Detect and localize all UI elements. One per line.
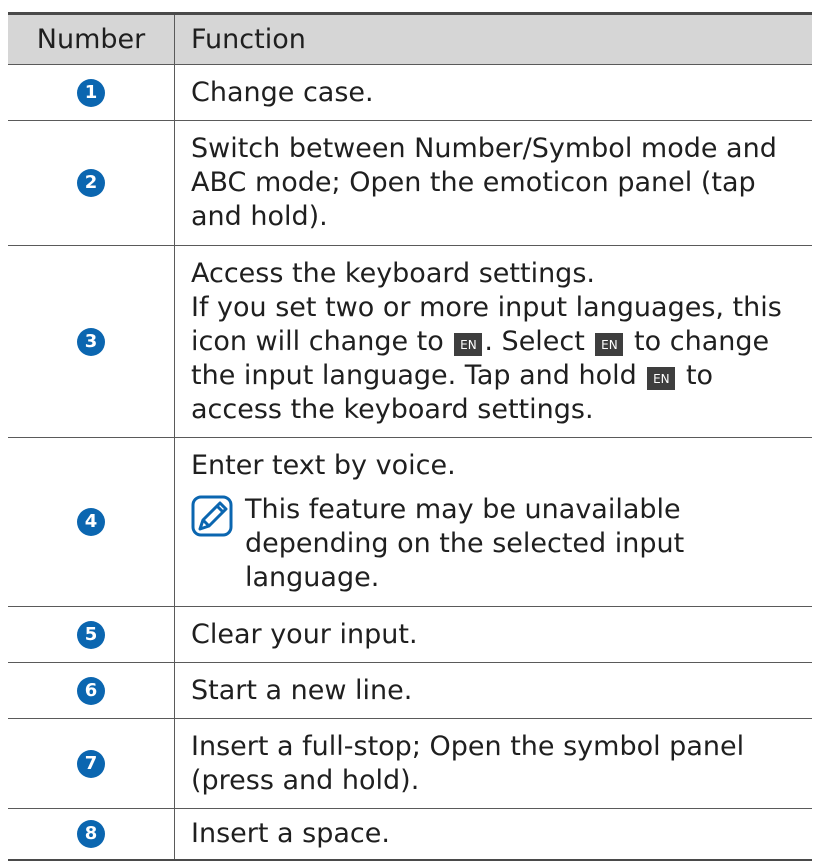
function-text: . Select [484,325,585,357]
note-box: This feature may be unavailable dependin… [191,493,802,595]
function-line: Access the keyboard settings. [191,257,595,289]
function-column-header: Function [174,12,812,65]
note-pencil-icon [191,495,233,537]
number-badge-3: 3 [77,327,105,356]
function-cell: Clear your input. [174,606,812,663]
page: Number Function 1 Change case. 2 Switch … [0,0,820,861]
language-en-icon: EN [647,367,676,390]
number-badge-8: 8 [77,820,105,848]
number-badge-2: 2 [77,169,105,197]
function-cell: Insert a space. [174,808,812,861]
table-row: 7 Insert a full-stop; Open the symbol pa… [8,718,812,809]
language-en-icon: EN [454,333,483,356]
function-cell: Insert a full-stop; Open the symbol pane… [174,718,812,809]
language-en-icon: EN [595,333,624,356]
table-row: 2 Switch between Number/Symbol mode and … [8,120,812,246]
function-cell: Enter text by voice. This feature may be… [174,437,812,607]
function-line: Enter text by voice. [191,450,456,481]
table-row: 6 Start a new line. [8,662,812,719]
table-row: 3 Access the keyboard settings. If you s… [8,245,812,438]
number-badge-4: 4 [77,508,105,536]
number-column-header: Number [8,12,175,65]
table-row: 5 Clear your input. [8,606,812,663]
function-cell: Access the keyboard settings. If you set… [174,245,812,438]
note-text: This feature may be unavailable dependin… [245,494,685,593]
number-badge-1: 1 [77,78,105,107]
table-row: 8 Insert a space. [8,808,812,861]
number-badge-7: 7 [77,749,105,778]
function-cell: Change case. [174,64,812,121]
function-cell: Start a new line. [174,662,812,719]
table-header-row: Number Function [8,12,812,65]
table-row: 1 Change case. [8,64,812,121]
table-row: 4 Enter text by voice. This feature may … [8,437,812,607]
number-badge-5: 5 [77,620,105,649]
function-cell: Switch between Number/Symbol mode and AB… [174,120,812,246]
number-badge-6: 6 [77,676,105,705]
function-table: Number Function 1 Change case. 2 Switch … [8,12,812,861]
